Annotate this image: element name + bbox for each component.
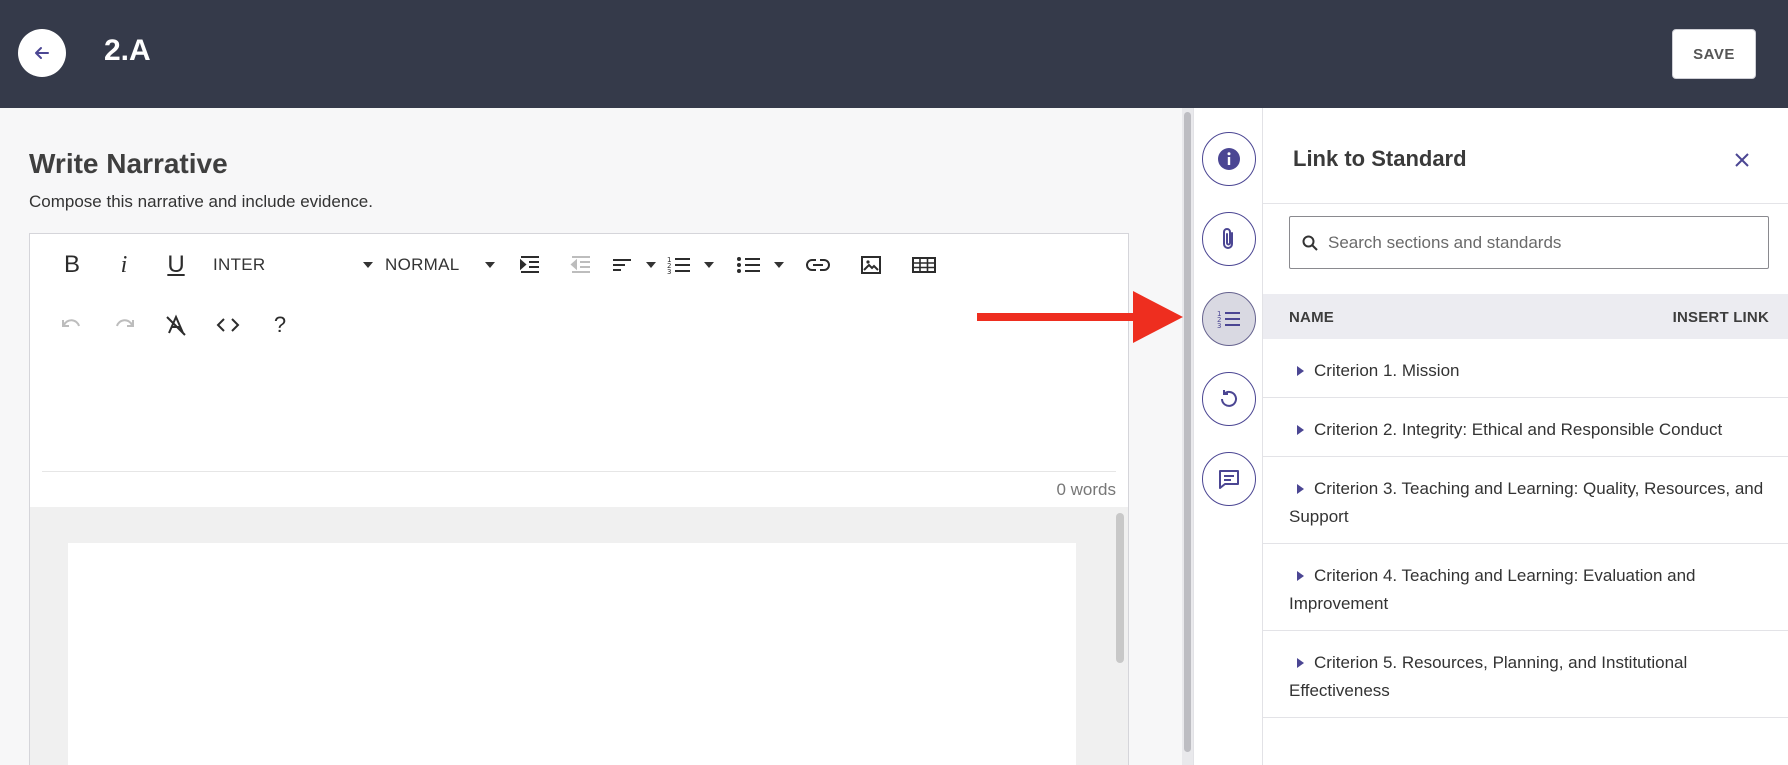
annotation-arrow-head: [1133, 291, 1183, 343]
expand-triangle-icon: [1297, 571, 1304, 582]
criterion-row[interactable]: Criterion 3. Teaching and Learning: Qual…: [1263, 457, 1788, 544]
history-icon: [1221, 390, 1237, 407]
top-bar: 2.A SAVE: [0, 0, 1788, 108]
chevron-down-icon: [774, 262, 784, 268]
criterion-label: Criterion 4. Teaching and Learning: Eval…: [1289, 566, 1696, 613]
close-panel-button[interactable]: [1726, 144, 1758, 176]
rich-text-editor: B i U INTER NORMAL 123 ? 0 words: [29, 233, 1129, 765]
redo-button[interactable]: [104, 305, 144, 345]
word-count: 0 words: [1056, 480, 1116, 499]
align-select[interactable]: [610, 245, 656, 285]
side-rail: 123: [1193, 108, 1263, 765]
indent-icon: [520, 256, 539, 273]
close-icon: [1735, 153, 1749, 167]
expand-triangle-icon: [1297, 366, 1304, 377]
page-scrollbar-thumb[interactable]: [1184, 112, 1191, 752]
link-standard-panel: Link to Standard NAME INSERT LINK Criter…: [1263, 108, 1788, 765]
attachments-button[interactable]: [1202, 212, 1256, 266]
bullet-list-select[interactable]: [736, 245, 784, 285]
table-button[interactable]: [904, 245, 944, 285]
criterion-label: Criterion 1. Mission: [1289, 357, 1775, 385]
font-size-value: NORMAL: [385, 255, 460, 274]
underline-icon: U: [167, 251, 185, 278]
panel-title: Link to Standard: [1293, 146, 1467, 171]
back-button[interactable]: [18, 29, 66, 77]
document-area: [30, 507, 1128, 765]
bullet-list-icon: [737, 257, 760, 273]
criterion-row[interactable]: Criterion 4. Teaching and Learning: Eval…: [1263, 544, 1788, 631]
chevron-down-icon: [704, 262, 714, 268]
paperclip-icon: [1223, 228, 1233, 249]
clear-formatting-button[interactable]: [156, 305, 196, 345]
comments-button[interactable]: [1202, 452, 1256, 506]
chevron-down-icon: [485, 262, 495, 268]
chevron-down-icon: [363, 262, 373, 268]
redo-icon: [116, 319, 134, 327]
criterion-row[interactable]: Criterion 1. Mission: [1263, 339, 1788, 398]
bold-icon: B: [63, 251, 80, 278]
align-left-icon: [613, 259, 631, 271]
search-input[interactable]: [1328, 232, 1748, 253]
search-box: [1289, 216, 1769, 269]
font-size-select[interactable]: NORMAL: [385, 245, 495, 285]
history-button[interactable]: [1202, 372, 1256, 426]
numbered-list-icon: 123: [1217, 310, 1240, 330]
image-button[interactable]: [851, 245, 891, 285]
criterion-label: Criterion 2. Integrity: Ethical and Resp…: [1289, 416, 1775, 444]
table-header: NAME INSERT LINK: [1263, 294, 1788, 339]
chevron-down-icon: [646, 262, 656, 268]
undo-icon: [62, 319, 80, 327]
expand-triangle-icon: [1297, 484, 1304, 495]
undo-button[interactable]: [52, 305, 92, 345]
indent-button[interactable]: [510, 245, 550, 285]
clear-formatting-icon: [166, 314, 186, 336]
help-icon: ?: [273, 312, 287, 337]
panel-divider: [1263, 203, 1788, 204]
help-button[interactable]: ?: [260, 305, 300, 345]
bold-button[interactable]: B: [52, 245, 92, 285]
font-family-value: INTER: [213, 255, 266, 274]
info-button[interactable]: [1202, 132, 1256, 186]
svg-text:3: 3: [1217, 322, 1221, 330]
criterion-row[interactable]: Criterion 2. Integrity: Ethical and Resp…: [1263, 398, 1788, 457]
code-icon: [216, 318, 240, 332]
annotation-arrow-shaft: [977, 313, 1137, 321]
section-title: Write Narrative: [29, 148, 228, 179]
comment-icon: [1219, 470, 1239, 489]
italic-icon: i: [120, 251, 128, 278]
column-header-name: NAME: [1289, 309, 1334, 326]
info-icon: [1218, 148, 1240, 170]
code-button[interactable]: [208, 305, 248, 345]
link-standard-button[interactable]: 123: [1202, 292, 1256, 346]
svg-text:3: 3: [667, 268, 671, 276]
page-title: 2.A: [104, 34, 151, 67]
search-icon: [1302, 235, 1318, 251]
underline-button[interactable]: U: [156, 245, 196, 285]
criterion-row[interactable]: Criterion 5. Resources, Planning, and In…: [1263, 631, 1788, 718]
criterion-label: Criterion 3. Teaching and Learning: Qual…: [1289, 479, 1764, 526]
italic-button[interactable]: i: [104, 245, 144, 285]
toolbar-divider: [42, 471, 1116, 472]
editor-section: Write Narrative Compose this narrative a…: [0, 108, 1182, 765]
link-button[interactable]: [798, 245, 838, 285]
save-button[interactable]: SAVE: [1672, 29, 1756, 79]
numbered-list-select[interactable]: 123: [666, 245, 714, 285]
font-family-select[interactable]: INTER: [213, 245, 373, 285]
expand-triangle-icon: [1297, 425, 1304, 436]
editor-scrollbar[interactable]: [1116, 513, 1124, 663]
criterion-label: Criterion 5. Resources, Planning, and In…: [1289, 653, 1688, 700]
outdent-button[interactable]: [561, 245, 601, 285]
expand-triangle-icon: [1297, 658, 1304, 669]
page-scrollbar[interactable]: [1182, 108, 1193, 765]
column-header-insert-link: INSERT LINK: [1672, 309, 1769, 326]
section-description: Compose this narrative and include evide…: [29, 192, 373, 211]
document-page[interactable]: [68, 543, 1076, 765]
numbered-list-icon: 123: [667, 256, 690, 276]
link-icon: [806, 259, 830, 271]
table-icon: [912, 257, 936, 273]
image-icon: [861, 256, 881, 274]
arrow-left-icon: [35, 47, 49, 59]
outdent-icon: [570, 256, 590, 273]
